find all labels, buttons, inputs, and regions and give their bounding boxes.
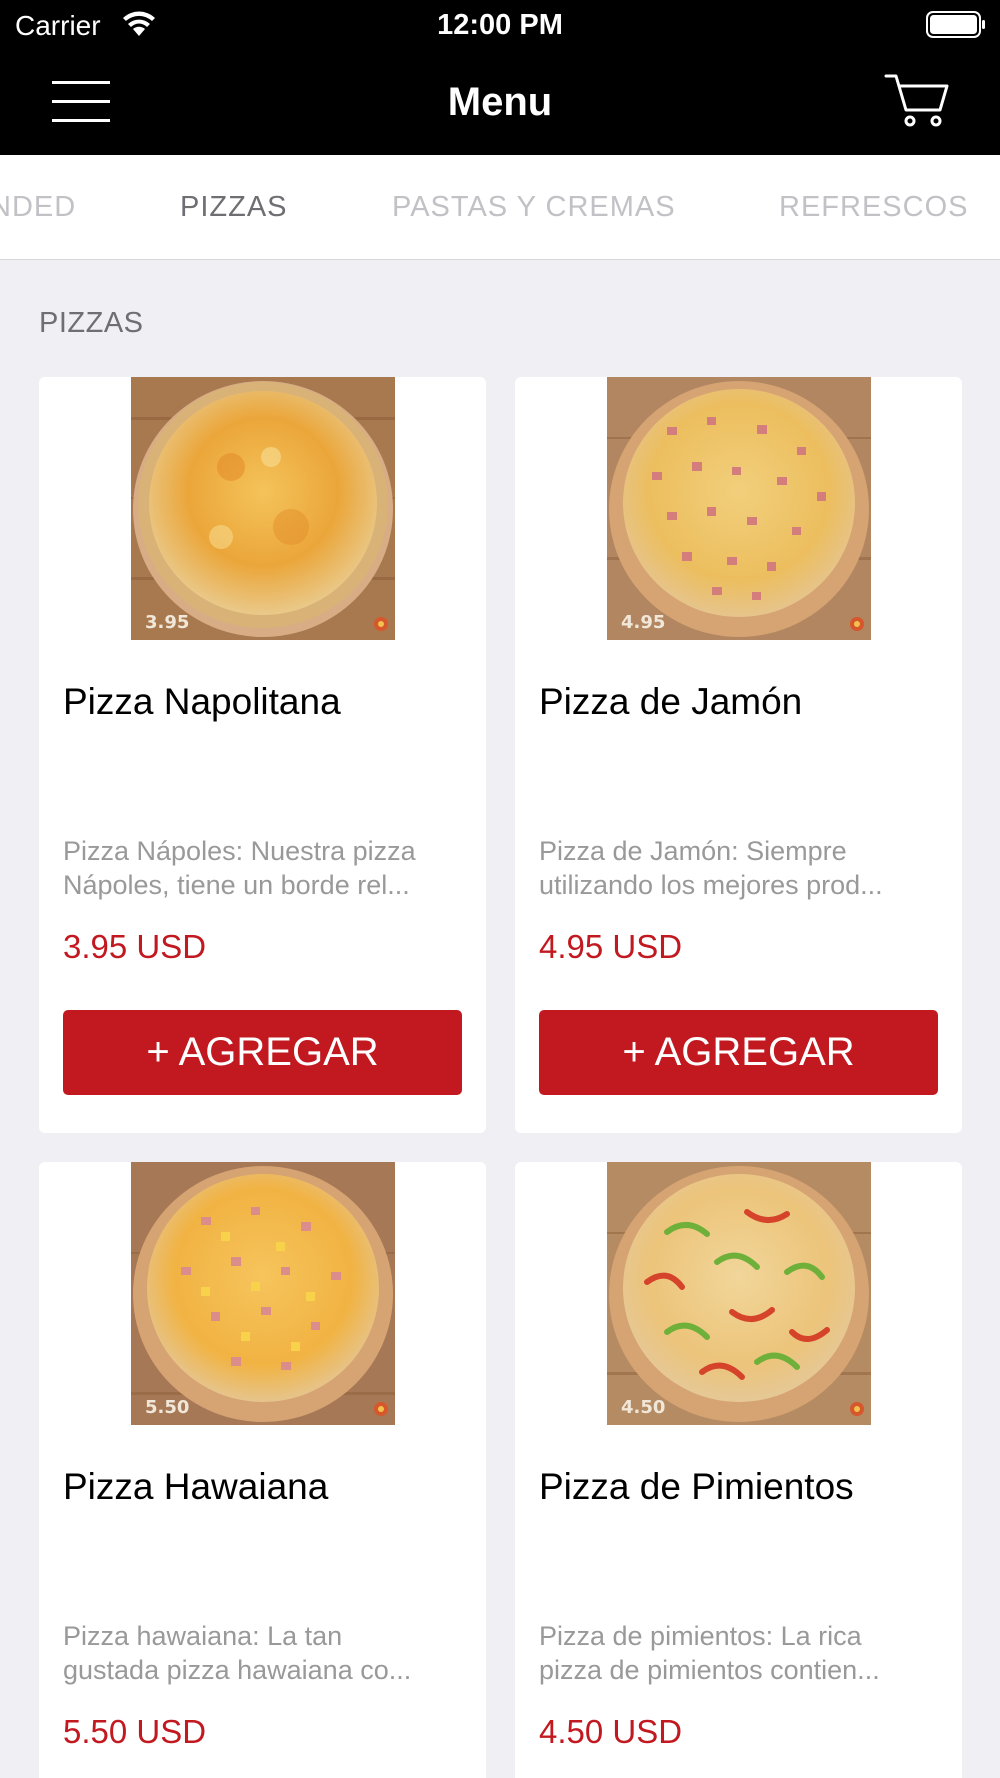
product-card[interactable]: 4.95 Pizza de Jamón Pizza de Jamón: Siem… (515, 377, 962, 1133)
cart-icon[interactable] (884, 72, 950, 130)
brand-logo-icon (850, 617, 864, 631)
section-title: PIZZAS (39, 307, 144, 339)
product-price: 3.95 USD (63, 928, 207, 965)
image-price-stamp: 4.50 (621, 1397, 666, 1418)
product-name: Pizza de Jamón (539, 681, 803, 722)
product-description: Pizza de Jamón: Siempre utilizando los m… (539, 836, 883, 900)
clock: 12:00 PM (437, 9, 563, 41)
product-image[interactable]: 3.95 (131, 377, 395, 640)
product-image[interactable]: 4.95 (607, 377, 871, 640)
tab-refrescos[interactable]: REFRESCOS (779, 191, 968, 224)
battery-icon (926, 11, 985, 38)
product-card[interactable]: 3.95 Pizza Napolitana Pizza Nápoles: Nue… (39, 377, 486, 1133)
tab-pastas-y-cremas[interactable]: PASTAS Y CREMAS (392, 191, 676, 224)
product-image[interactable]: 5.50 (131, 1162, 395, 1425)
status-bar: Carrier 12:00 PM (0, 0, 1000, 52)
category-tabs: NDED PIZZAS PASTAS Y CREMAS REFRESCOS (0, 155, 1000, 260)
product-name: Pizza Hawaiana (63, 1466, 329, 1507)
tab-recommended[interactable]: NDED (0, 191, 76, 224)
tab-pizzas[interactable]: PIZZAS (180, 191, 288, 224)
product-card[interactable]: 4.50 Pizza de Pimientos Pizza de pimient… (515, 1162, 962, 1778)
product-price: 4.50 USD (539, 1713, 683, 1750)
product-price: 5.50 USD (63, 1713, 207, 1750)
image-price-stamp: 4.95 (621, 612, 666, 633)
product-description: Pizza Nápoles: Nuestra pizza Nápoles, ti… (63, 836, 416, 900)
nav-bar: Menu (0, 52, 1000, 155)
image-price-stamp: 5.50 (145, 1397, 190, 1418)
product-description: Pizza hawaiana: La tan gustada pizza haw… (63, 1621, 412, 1685)
product-image[interactable]: 4.50 (607, 1162, 871, 1425)
product-description: Pizza de pimientos: La rica pizza de pim… (539, 1621, 880, 1685)
brand-logo-icon (374, 1402, 388, 1416)
brand-logo-icon (850, 1402, 864, 1416)
add-to-cart-button[interactable]: + AGREGAR (63, 1010, 462, 1095)
add-to-cart-button[interactable]: + AGREGAR (539, 1010, 938, 1095)
page-title: Menu (447, 80, 553, 124)
brand-logo-icon (374, 617, 388, 631)
product-card[interactable]: 5.50 Pizza Hawaiana Pizza hawaiana: La t… (39, 1162, 486, 1778)
product-price: 4.95 USD (539, 928, 683, 965)
product-name: Pizza de Pimientos (539, 1466, 854, 1507)
image-price-stamp: 3.95 (145, 612, 190, 633)
product-name: Pizza Napolitana (63, 681, 341, 722)
